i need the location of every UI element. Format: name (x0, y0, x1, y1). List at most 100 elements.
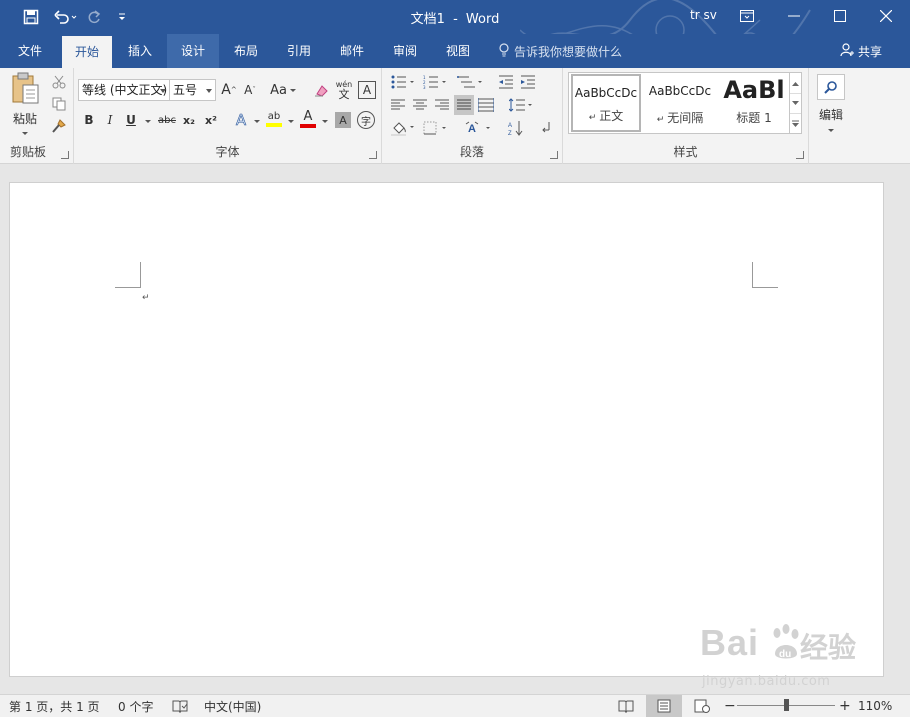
copy-icon[interactable] (50, 95, 68, 113)
page-count[interactable]: 第 1 页，共 1 页 (9, 695, 100, 717)
asian-layout-button[interactable]: A (462, 118, 494, 138)
scroll-up-icon[interactable] (790, 73, 801, 93)
style-heading-1[interactable]: AaBl 标题 1 (719, 74, 789, 132)
phonetic-guide-button[interactable]: wén 文 (334, 78, 354, 102)
scroll-down-icon[interactable] (790, 93, 801, 113)
character-shading-button[interactable]: A (335, 112, 351, 128)
style-no-spacing[interactable]: AaBbCcDc ↵ 无间隔 (645, 74, 715, 132)
shrink-font-icon[interactable]: Aˇ (241, 80, 259, 100)
font-color-button[interactable]: A (298, 108, 318, 130)
italic-button[interactable]: I (101, 110, 119, 130)
highlight-label: ab (267, 111, 281, 122)
borders-button[interactable] (420, 118, 450, 138)
distributed-icon[interactable] (476, 95, 496, 115)
watermark-brand-text: Bai (700, 622, 760, 663)
account-name[interactable]: tr sv (690, 8, 717, 22)
styles-more-icon[interactable] (790, 113, 801, 134)
svg-text:A: A (508, 123, 512, 129)
phonetic-char: 文 (338, 88, 350, 101)
font-size-combo[interactable]: 五号 (169, 79, 216, 101)
document-page[interactable]: ↵ (9, 182, 884, 677)
bullets-button[interactable] (388, 72, 418, 92)
editing-button[interactable]: 编辑 (815, 72, 847, 134)
chevron-down-icon[interactable] (288, 120, 294, 123)
zoom-out-button[interactable]: − (724, 695, 736, 717)
style-no-spacing-label: 无间隔 (667, 111, 704, 125)
numbering-button[interactable]: 123 (420, 72, 450, 92)
align-left-icon[interactable] (388, 95, 408, 115)
align-right-icon[interactable] (432, 95, 452, 115)
styles-launcher-icon[interactable] (796, 151, 804, 159)
tab-view[interactable]: 视图 (432, 34, 484, 68)
enclose-characters-button[interactable]: 字 (357, 111, 375, 129)
shading-button[interactable] (388, 118, 418, 138)
strikethrough-button[interactable]: abc (156, 110, 178, 130)
tab-file[interactable]: 文件 (6, 34, 54, 68)
format-painter-icon[interactable] (50, 117, 68, 135)
print-layout-icon[interactable] (646, 695, 682, 717)
style-normal[interactable]: AaBbCcDc ↵ 正文 (571, 74, 641, 132)
line-spacing-button[interactable] (506, 95, 536, 115)
tell-me-box[interactable]: 告诉我你想要做什么 (498, 34, 622, 68)
tab-design[interactable]: 设计 (167, 34, 219, 68)
word-count[interactable]: 0 个字 (118, 695, 153, 717)
style-normal-label: 正文 (599, 109, 624, 123)
status-bar: 第 1 页，共 1 页 0 个字 中文(中国) − + 110% (0, 694, 910, 717)
read-mode-icon[interactable] (608, 695, 644, 717)
chevron-down-icon[interactable] (145, 120, 151, 123)
tab-insert[interactable]: 插入 (114, 34, 166, 68)
increase-indent-icon[interactable] (518, 72, 538, 92)
text-effects-button[interactable]: A (232, 110, 250, 130)
ribbon-display-options-icon[interactable] (724, 0, 770, 32)
zoom-slider[interactable] (737, 699, 835, 711)
clipboard-group: 粘贴 剪贴板 (0, 68, 74, 164)
chevron-down-icon[interactable] (322, 120, 328, 123)
paste-button[interactable]: 粘贴 (6, 71, 44, 135)
justify-icon[interactable] (454, 95, 474, 115)
paragraph-launcher-icon[interactable] (550, 151, 558, 159)
zoom-in-button[interactable]: + (839, 695, 851, 717)
chevron-down-icon[interactable] (254, 120, 260, 123)
svg-text:Z: Z (508, 131, 512, 136)
sort-icon[interactable]: AZ (506, 118, 526, 138)
grow-font-icon[interactable]: A ^ (220, 80, 238, 100)
bold-button[interactable]: B (80, 110, 98, 130)
subscript-button[interactable]: x₂ (180, 110, 198, 130)
highlight-color-button[interactable]: ab (264, 108, 284, 130)
character-border-button[interactable]: A (358, 81, 376, 99)
share-button[interactable]: 共享 (840, 34, 882, 68)
zoom-slider-thumb[interactable] (784, 699, 789, 711)
tab-references[interactable]: 引用 (273, 34, 325, 68)
svg-text:3: 3 (423, 85, 426, 89)
tab-home[interactable]: 开始 (62, 36, 112, 68)
proofing-icon[interactable] (172, 695, 188, 717)
change-case-button[interactable]: Aa (268, 80, 298, 100)
font-launcher-icon[interactable] (369, 151, 377, 159)
maximize-icon[interactable] (817, 0, 863, 32)
web-layout-icon[interactable] (684, 695, 720, 717)
decrease-indent-icon[interactable] (496, 72, 516, 92)
cut-icon[interactable] (50, 73, 68, 91)
multilevel-list-button[interactable] (454, 72, 486, 92)
clipboard-launcher-icon[interactable] (61, 151, 69, 159)
superscript-button[interactable]: x² (202, 110, 220, 130)
zoom-level[interactable]: 110% (858, 695, 892, 717)
tab-mailings[interactable]: 邮件 (326, 34, 378, 68)
clipboard-icon (10, 71, 40, 108)
text-effects-label: A (235, 111, 247, 130)
underline-button[interactable]: U (122, 110, 140, 130)
minimize-icon[interactable] (771, 0, 817, 32)
font-size-value: 五号 (173, 83, 198, 97)
language-indicator[interactable]: 中文(中国) (204, 695, 261, 717)
show-hide-marks-icon[interactable] (536, 118, 556, 138)
tab-layout[interactable]: 布局 (220, 34, 272, 68)
tab-review[interactable]: 审阅 (379, 34, 431, 68)
font-name-combo[interactable]: 等线 (中文正文) (78, 79, 170, 101)
align-center-icon[interactable] (410, 95, 430, 115)
clear-formatting-icon[interactable] (312, 80, 330, 100)
enclose-characters-label: 字 (361, 116, 371, 128)
svg-text:A: A (468, 123, 476, 135)
close-icon[interactable] (863, 0, 909, 32)
editing-label: 编辑 (818, 108, 843, 122)
watermark-brand: Bai (700, 622, 759, 664)
